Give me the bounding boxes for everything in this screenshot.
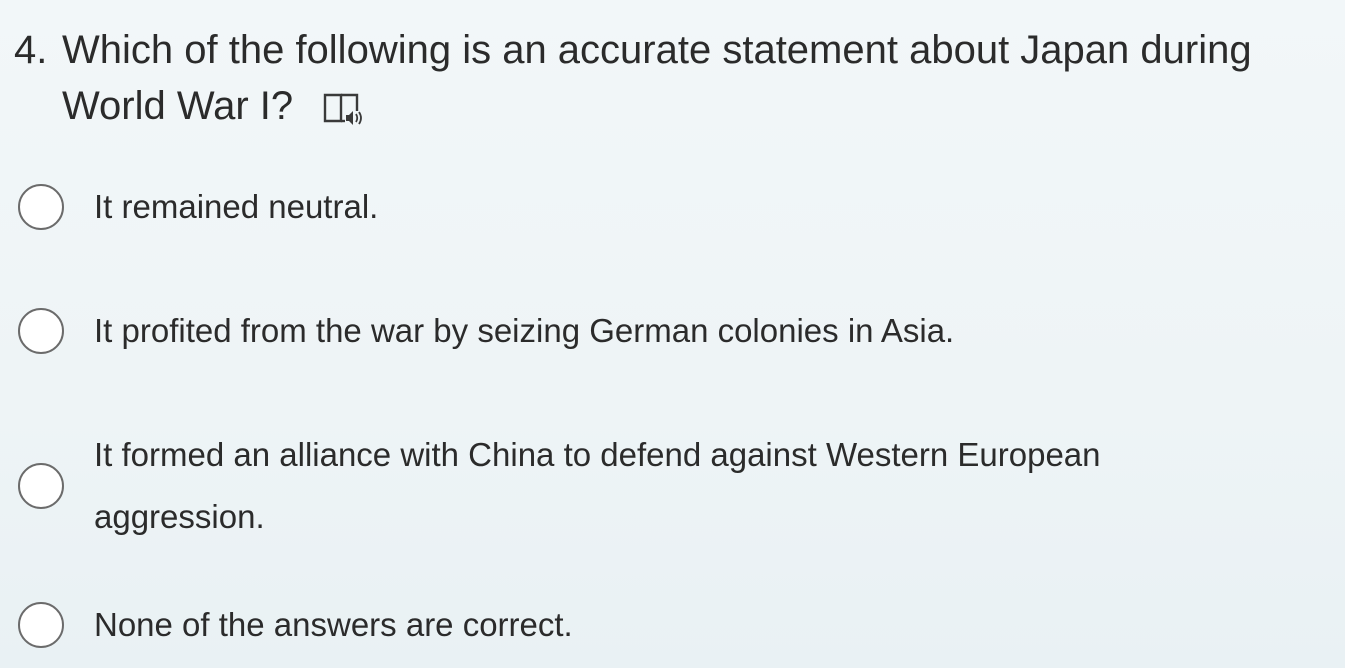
answer-option-b-label: It profited from the war by seizing Germ… (94, 312, 955, 349)
answer-option-a-label: It remained neutral. (94, 188, 379, 225)
answer-option-a[interactable]: It remained neutral. (18, 176, 1318, 238)
radio-button-b[interactable] (18, 308, 64, 354)
answer-option-d-label: None of the answers are correct. (94, 606, 573, 643)
question-text-wrapper: Which of the following is an accurate st… (62, 22, 1334, 134)
radio-button-a[interactable] (18, 184, 64, 230)
answer-option-c-label: It formed an alliance with China to defe… (94, 436, 1101, 535)
answer-option-d[interactable]: None of the answers are correct. (18, 594, 1318, 656)
answer-option-c[interactable]: It formed an alliance with China to defe… (18, 424, 1318, 548)
question: 4. Which of the following is an accurate… (14, 22, 1334, 134)
read-aloud-book-icon[interactable] (321, 86, 365, 125)
question-text: Which of the following is an accurate st… (62, 28, 1252, 128)
radio-button-d[interactable] (18, 602, 64, 648)
answer-option-b[interactable]: It profited from the war by seizing Germ… (18, 300, 1318, 362)
radio-button-c[interactable] (18, 463, 64, 509)
question-number: 4. (14, 28, 48, 72)
